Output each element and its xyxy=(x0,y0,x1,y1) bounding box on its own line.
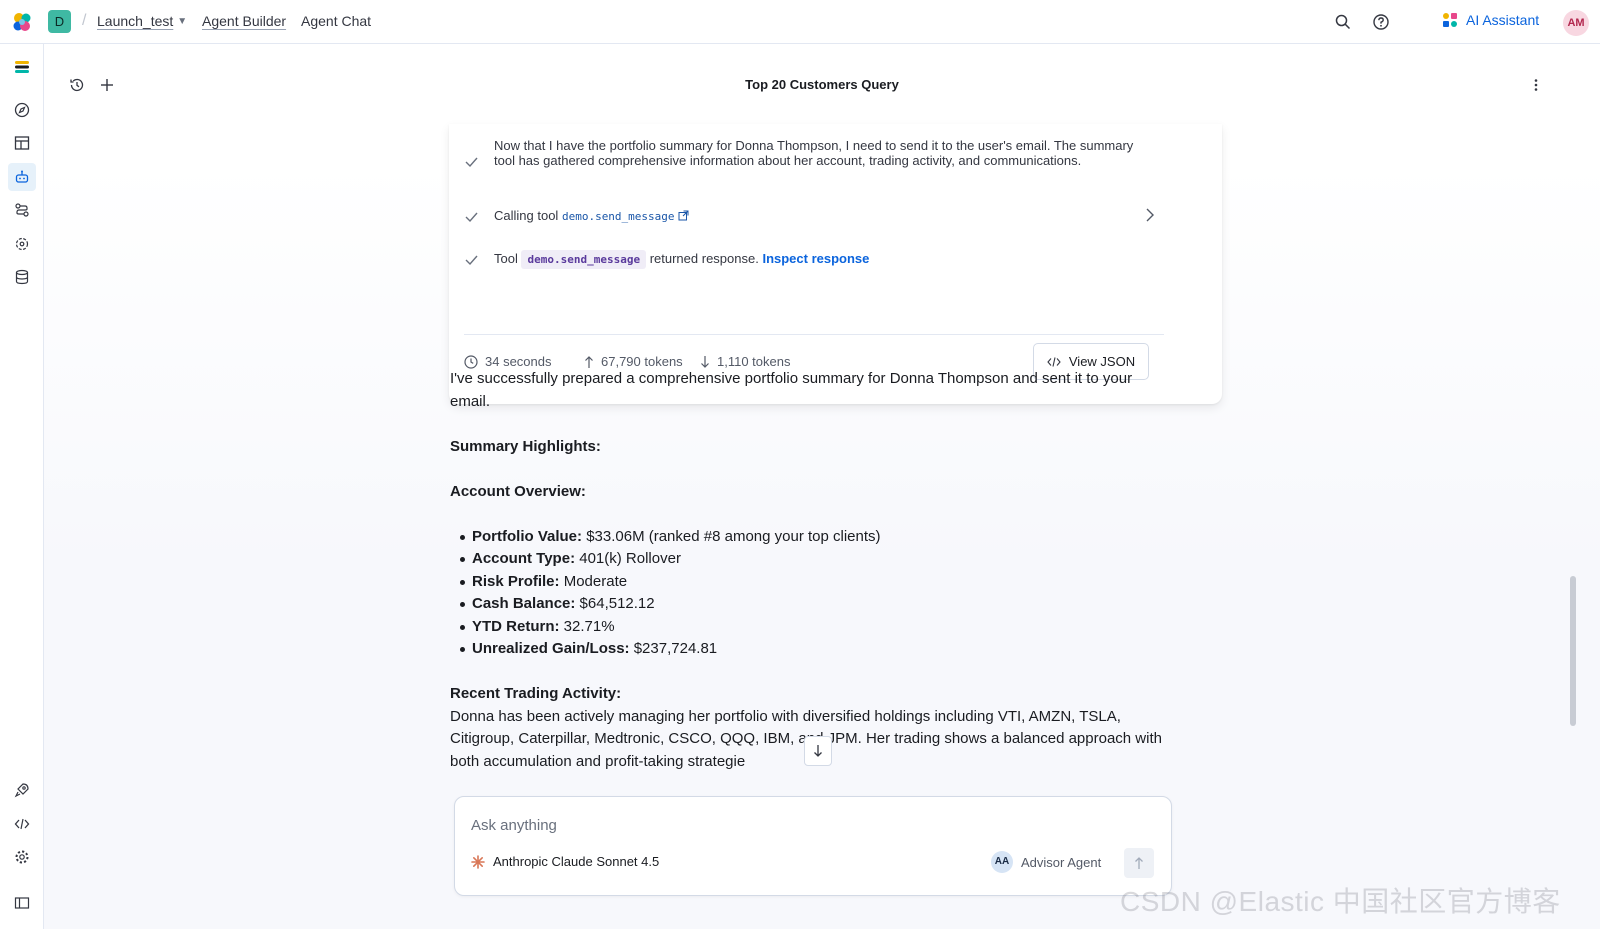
agent-chat-panel: Top 20 Customers Query Now that I have t… xyxy=(44,44,1600,929)
ai-assistant-icon xyxy=(1443,12,1457,27)
inspect-response-link[interactable]: Inspect response xyxy=(762,251,869,266)
trading-activity-heading: Recent Trading Activity: xyxy=(450,685,622,702)
settings-gear-icon[interactable] xyxy=(8,843,36,871)
breadcrumb-separator: / xyxy=(82,12,87,29)
send-button[interactable] xyxy=(1124,848,1154,878)
rocket-icon[interactable] xyxy=(8,776,36,804)
calling-tool-name[interactable]: demo.send_message xyxy=(562,210,675,223)
list-item: Portfolio Value: $33.06M (ranked #8 amon… xyxy=(450,526,1170,549)
input-tokens-stat: 67,790 tokens xyxy=(584,354,683,369)
anthropic-spark-icon xyxy=(471,854,485,869)
agent-name: Advisor Agent xyxy=(1021,854,1102,870)
agent-robot-icon[interactable] xyxy=(8,163,36,191)
database-icon[interactable] xyxy=(8,263,36,291)
list-item: Risk Profile: Moderate xyxy=(450,571,1170,594)
breadcrumb-launch-test[interactable]: Launch_test ▼ xyxy=(97,13,187,29)
arrow-down-icon xyxy=(701,355,709,368)
list-item: YTD Return: 32.71% xyxy=(450,616,1170,639)
agent-avatar: AA xyxy=(991,851,1013,873)
breadcrumb-agent-chat: Agent Chat xyxy=(301,13,372,29)
collapse-nav-icon[interactable] xyxy=(8,889,36,917)
summary-heading: Summary Highlights: xyxy=(450,437,601,455)
view-json-label: View JSON xyxy=(1068,354,1136,369)
conversation-title: Top 20 Customers Query xyxy=(745,77,899,92)
dev-tools-code-icon[interactable] xyxy=(8,810,36,838)
breadcrumb-agent-builder[interactable]: Agent Builder xyxy=(202,13,286,29)
top-header: D / Launch_test ▼ Agent Builder Agent Cha… xyxy=(0,0,1600,44)
dashboards-icon[interactable] xyxy=(8,129,36,157)
ai-assistant-button[interactable]: AI Assistant xyxy=(1443,12,1539,28)
chevron-right-icon[interactable] xyxy=(1144,208,1156,222)
external-link-icon[interactable] xyxy=(678,210,689,221)
elastic-logo-icon[interactable] xyxy=(11,11,33,33)
arrow-down-icon xyxy=(814,745,822,757)
reasoning-steps-card: Now that I have the portfolio summary fo… xyxy=(449,124,1222,404)
card-divider xyxy=(464,334,1164,335)
search-icon[interactable] xyxy=(1334,13,1352,31)
arrow-up-icon xyxy=(1135,857,1143,869)
chevron-down-icon: ▼ xyxy=(177,16,188,27)
left-navigation-rail xyxy=(0,44,44,929)
elastic-solution-icon[interactable] xyxy=(8,53,36,81)
agent-selector[interactable]: AA Advisor Agent xyxy=(991,851,1101,873)
space-avatar[interactable]: D xyxy=(48,10,71,33)
arrow-up-icon xyxy=(585,355,593,368)
account-overview-list: Portfolio Value: $33.06M (ranked #8 amon… xyxy=(450,526,1170,661)
list-item: Unrealized Gain/Loss: $237,724.81 xyxy=(450,638,1170,661)
code-icon xyxy=(1047,356,1061,367)
assistant-response: I've successfully prepared a comprehensi… xyxy=(450,368,1170,796)
duration-stat: 34 seconds xyxy=(464,354,552,369)
ai-assistant-label: AI Assistant xyxy=(1466,12,1540,28)
model-name: Anthropic Claude Sonnet 4.5 xyxy=(493,854,660,869)
user-avatar[interactable]: AM xyxy=(1563,10,1589,36)
machine-learning-icon[interactable] xyxy=(8,230,36,258)
output-tokens-stat: 1,110 tokens xyxy=(700,354,790,369)
check-icon xyxy=(465,255,478,266)
workflows-icon[interactable] xyxy=(8,196,36,224)
tool-response-name: demo.send_message xyxy=(521,250,647,269)
message-composer[interactable]: Ask anything Anthropic Claude Sonnet 4.5… xyxy=(454,796,1172,896)
scrollbar-thumb[interactable] xyxy=(1570,576,1576,726)
input-tokens-text: 67,790 tokens xyxy=(601,354,683,369)
more-options-icon[interactable] xyxy=(1528,77,1544,93)
account-overview-heading: Account Overview: xyxy=(450,482,586,500)
model-selector[interactable]: Anthropic Claude Sonnet 4.5 xyxy=(471,854,659,869)
clock-icon xyxy=(464,354,478,369)
discover-compass-icon[interactable] xyxy=(8,96,36,124)
list-item: Cash Balance: $64,512.12 xyxy=(450,593,1170,616)
duration-text: 34 seconds xyxy=(485,354,552,369)
message-input[interactable]: Ask anything xyxy=(471,817,557,834)
help-icon[interactable] xyxy=(1372,13,1390,31)
watermark-text: CSDN @Elastic 中国社区官方博客 xyxy=(1120,886,1561,917)
tool-response-suffix: returned response. xyxy=(649,251,759,266)
scroll-to-bottom-button[interactable] xyxy=(804,736,832,766)
response-intro: I've successfully prepared a comprehensi… xyxy=(450,370,1133,410)
reasoning-thought-text: Now that I have the portfolio summary fo… xyxy=(494,138,1134,168)
check-icon xyxy=(465,157,478,168)
check-icon xyxy=(465,212,478,223)
calling-tool-prefix: Calling tool xyxy=(494,208,559,223)
list-item: Account Type: 401(k) Rollover xyxy=(450,548,1170,571)
output-tokens-text: 1,110 tokens xyxy=(717,354,791,369)
tool-response-prefix: Tool xyxy=(494,251,518,266)
